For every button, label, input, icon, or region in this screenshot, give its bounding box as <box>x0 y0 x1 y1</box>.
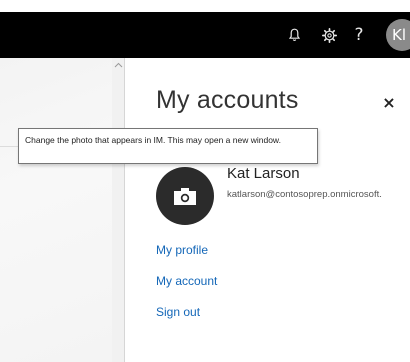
user-name: Kat Larson <box>227 165 300 182</box>
my-profile-link[interactable]: My profile <box>156 243 208 257</box>
help-icon[interactable]: ? <box>344 12 374 58</box>
close-icon[interactable]: × <box>381 93 397 112</box>
my-accounts-panel: My accounts × Kat Larson katlarson@conto… <box>125 58 410 362</box>
scroll-up-icon[interactable] <box>114 60 123 69</box>
user-email: katlarson@contosoprep.onmicrosoft. <box>227 189 382 200</box>
sign-out-link[interactable]: Sign out <box>156 305 200 319</box>
scrollbar[interactable] <box>112 58 125 362</box>
my-account-link[interactable]: My account <box>156 274 217 288</box>
top-header-bar: ? Kl <box>0 12 410 58</box>
screen: ? Kl My accounts × Kat Larson katlarson@… <box>0 0 410 362</box>
account-avatar[interactable]: Kl <box>386 19 410 51</box>
change-photo-tooltip: Change the photo that appears in IM. Thi… <box>18 128 318 164</box>
bell-icon[interactable] <box>279 12 309 58</box>
background-page <box>0 58 112 362</box>
panel-title: My accounts <box>156 86 299 114</box>
camera-icon <box>174 188 196 205</box>
top-strip <box>0 0 410 12</box>
change-photo-button[interactable] <box>156 167 214 225</box>
gear-icon[interactable] <box>314 12 344 58</box>
